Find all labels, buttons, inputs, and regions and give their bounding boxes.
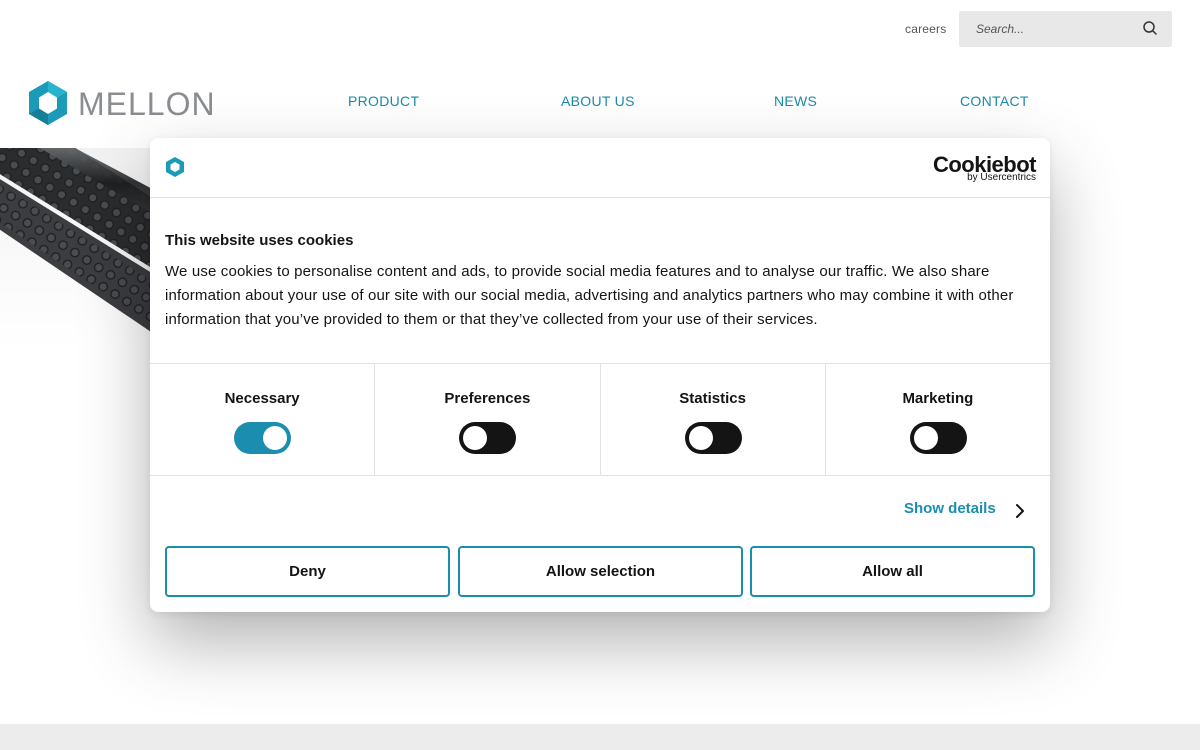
toggle-knob (688, 426, 713, 450)
category-statistics: Statistics (601, 364, 826, 475)
category-marketing: Marketing (826, 364, 1050, 475)
category-label: Necessary (224, 390, 300, 407)
hero-image (0, 148, 150, 348)
toggle-knob (263, 426, 288, 450)
toggle-knob (463, 426, 488, 450)
category-label: Marketing (902, 390, 974, 407)
nav-item-news[interactable]: NEWS (774, 93, 817, 109)
allow-all-button[interactable]: Allow all (750, 546, 1035, 597)
preferences-toggle[interactable] (459, 422, 517, 454)
toggle-knob (913, 426, 938, 450)
nav-item-contact[interactable]: CONTACT (960, 93, 1029, 109)
main-nav: PRODUCT ABOUT US NEWS CONTACT (0, 93, 1200, 113)
hexagon-logo-icon (166, 157, 184, 177)
category-necessary: Necessary (150, 364, 376, 475)
category-label: Statistics (679, 390, 746, 407)
allow-selection-button[interactable]: Allow selection (458, 546, 743, 597)
category-label: Preferences (444, 390, 531, 407)
statistics-toggle[interactable] (684, 422, 742, 454)
cookie-consent-dialog: Cookiebot by Usercentrics This website u… (150, 138, 1050, 612)
show-details-link[interactable]: Show details (904, 500, 1024, 522)
search-icon[interactable] (1142, 20, 1158, 36)
deny-button[interactable]: Deny (165, 546, 450, 597)
careers-link[interactable]: careers (905, 22, 946, 36)
search-box[interactable] (959, 11, 1172, 47)
nav-item-product[interactable]: PRODUCT (348, 93, 419, 109)
search-input[interactable] (959, 11, 1134, 47)
footer-band (0, 724, 1200, 750)
marketing-toggle[interactable] (909, 422, 967, 454)
cookiebot-subtitle: by Usercentrics (967, 172, 1036, 183)
consent-categories: Necessary Preferences Statistics Marketi… (150, 363, 1050, 476)
chevron-right-icon[interactable] (1015, 503, 1025, 519)
product-image-icon (0, 148, 150, 332)
dialog-title: This website uses cookies (165, 232, 354, 249)
dialog-description: We use cookies to personalise content an… (165, 263, 1014, 328)
dialog-header: Cookiebot by Usercentrics (150, 138, 1050, 198)
necessary-toggle[interactable] (234, 422, 292, 454)
top-bar: careers (0, 0, 1200, 60)
nav-item-about-us[interactable]: ABOUT US (561, 93, 635, 109)
cookiebot-logo[interactable]: Cookiebot by Usercentrics (932, 152, 1037, 184)
category-preferences: Preferences (375, 364, 601, 475)
